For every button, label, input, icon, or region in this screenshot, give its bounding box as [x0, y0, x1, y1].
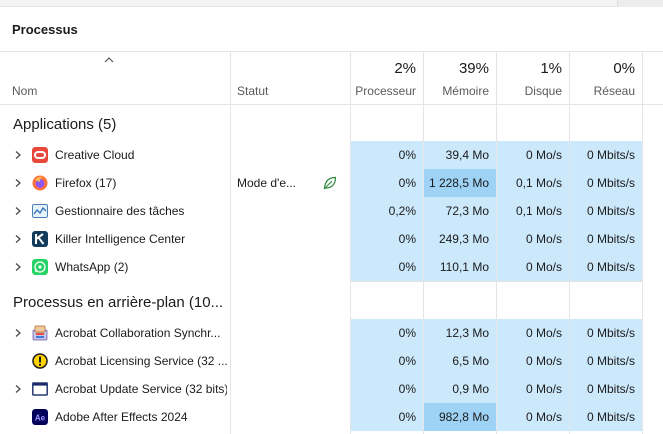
- process-name: Killer Intelligence Center: [55, 232, 186, 246]
- memory-column-label: Mémoire: [442, 84, 489, 98]
- chevron-right-icon[interactable]: [13, 150, 23, 160]
- task-manager-icon: [32, 204, 48, 218]
- column-header-memory[interactable]: 39% Mémoire: [424, 58, 496, 98]
- cpu-total-percent: 2%: [394, 60, 416, 77]
- process-row[interactable]: Acrobat Licensing Service (32 ... 0% 6,5…: [0, 347, 663, 375]
- disk-column-label: Disque: [524, 84, 562, 98]
- disk-cell: 0 Mo/s: [497, 141, 569, 169]
- svg-text:Ae: Ae: [35, 414, 46, 423]
- process-name: Acrobat Licensing Service (32 ...: [55, 354, 227, 368]
- process-row[interactable]: WhatsApp (2) 0% 110,1 Mo 0 Mo/s 0 Mbits/…: [0, 253, 663, 281]
- cpu-cell: 0%: [351, 253, 423, 281]
- network-cell: 0 Mbits/s: [570, 403, 642, 431]
- memory-cell: 72,3 Mo: [424, 197, 496, 225]
- cpu-cell: 0,2%: [351, 197, 423, 225]
- disk-cell: 0 Mo/s: [497, 347, 569, 375]
- cpu-cell: 0%: [351, 347, 423, 375]
- chevron-right-icon[interactable]: [13, 262, 23, 272]
- chevron-right-icon[interactable]: [13, 328, 23, 338]
- network-cell: 0 Mbits/s: [570, 347, 642, 375]
- cpu-cell: 0%: [351, 403, 423, 431]
- column-header-network[interactable]: 0% Réseau: [570, 58, 642, 98]
- process-status: Mode d'e...: [237, 176, 296, 190]
- process-name: Gestionnaire des tâches: [55, 204, 185, 218]
- column-header-name[interactable]: Nom: [12, 84, 37, 98]
- network-cell: 0 Mbits/s: [570, 253, 642, 281]
- window-control-area[interactable]: [617, 0, 663, 7]
- network-column-label: Réseau: [593, 84, 635, 98]
- disk-cell: 0 Mo/s: [497, 403, 569, 431]
- cpu-cell: 0%: [351, 169, 423, 197]
- disk-cell: 0 Mo/s: [497, 375, 569, 403]
- chevron-right-icon[interactable]: [13, 178, 23, 188]
- chevron-right-icon[interactable]: [13, 234, 23, 244]
- network-cell: 0 Mbits/s: [570, 319, 642, 347]
- chevron-right-icon[interactable]: [13, 384, 23, 394]
- process-row[interactable]: Acrobat Update Service (32 bits) 0% 0,9 …: [0, 375, 663, 403]
- chevron-right-icon[interactable]: [13, 206, 23, 216]
- memory-cell: 0,9 Mo: [424, 375, 496, 403]
- process-name: Acrobat Collaboration Synchr...: [55, 326, 221, 340]
- killer-icon: [32, 231, 48, 247]
- column-header-bottom-divider: [0, 104, 663, 105]
- acrobat-update-icon: [32, 382, 48, 396]
- memory-total-percent: 39%: [458, 60, 489, 77]
- disk-cell: 0 Mo/s: [497, 225, 569, 253]
- column-header-status[interactable]: Statut: [237, 84, 268, 98]
- disk-cell: 0 Mo/s: [497, 253, 569, 281]
- memory-cell: 982,8 Mo: [424, 403, 496, 431]
- disk-total-percent: 1%: [540, 60, 562, 77]
- cpu-cell: 0%: [351, 225, 423, 253]
- process-row[interactable]: Ae Adobe After Effects 2024 0% 982,8 Mo …: [0, 403, 663, 431]
- process-row[interactable]: Killer Intelligence Center 0% 249,3 Mo 0…: [0, 225, 663, 253]
- process-row[interactable]: Firefox (17) Mode d'e... 0% 1 228,5 Mo 0…: [0, 169, 663, 197]
- disk-cell: 0 Mo/s: [497, 319, 569, 347]
- memory-cell: 1 228,5 Mo: [424, 169, 496, 197]
- network-cell: 0 Mbits/s: [570, 375, 642, 403]
- after-effects-icon: Ae: [32, 409, 48, 425]
- firefox-icon: [32, 175, 48, 191]
- whatsapp-icon: [32, 259, 48, 275]
- process-name: WhatsApp (2): [55, 260, 129, 274]
- process-row[interactable]: Gestionnaire des tâches 0,2% 72,3 Mo 0,1…: [0, 197, 663, 225]
- acrobat-licensing-icon: [32, 353, 48, 369]
- network-cell: 0 Mbits/s: [570, 197, 642, 225]
- process-name: Firefox (17): [55, 176, 117, 190]
- memory-cell: 12,3 Mo: [424, 319, 496, 347]
- process-row[interactable]: Creative Cloud 0% 39,4 Mo 0 Mo/s 0 Mbits…: [0, 141, 663, 169]
- column-header-disk[interactable]: 1% Disque: [497, 58, 569, 98]
- process-name: Creative Cloud: [55, 148, 135, 162]
- process-row[interactable]: Acrobat Collaboration Synchr... 0% 12,3 …: [0, 319, 663, 347]
- acrobat-sync-icon: [32, 325, 48, 341]
- sort-ascending-icon[interactable]: [103, 55, 115, 65]
- group-header-applications: Applications (5): [13, 116, 117, 133]
- network-cell: 0 Mbits/s: [570, 225, 642, 253]
- group-header-background: Processus en arrière-plan (10...: [13, 294, 224, 311]
- cpu-column-label: Processeur: [355, 84, 416, 98]
- window-top-strip: [0, 0, 663, 7]
- process-name: Adobe After Effects 2024: [55, 410, 188, 424]
- memory-cell: 6,5 Mo: [424, 347, 496, 375]
- network-cell: 0 Mbits/s: [570, 141, 642, 169]
- disk-cell: 0,1 Mo/s: [497, 169, 569, 197]
- header-divider: [0, 51, 663, 52]
- network-cell: 0 Mbits/s: [570, 169, 642, 197]
- network-total-percent: 0%: [613, 60, 635, 77]
- cpu-cell: 0%: [351, 141, 423, 169]
- cpu-cell: 0%: [351, 319, 423, 347]
- page-title: Processus: [12, 22, 78, 37]
- process-name: Acrobat Update Service (32 bits): [55, 382, 227, 396]
- group-gap-line: [351, 281, 643, 282]
- memory-cell: 249,3 Mo: [424, 225, 496, 253]
- memory-cell: 39,4 Mo: [424, 141, 496, 169]
- memory-cell: 110,1 Mo: [424, 253, 496, 281]
- creative-cloud-icon: [32, 147, 48, 163]
- cpu-cell: 0%: [351, 375, 423, 403]
- disk-cell: 0,1 Mo/s: [497, 197, 569, 225]
- leaf-icon: [323, 176, 337, 190]
- column-header-cpu[interactable]: 2% Processeur: [351, 58, 423, 98]
